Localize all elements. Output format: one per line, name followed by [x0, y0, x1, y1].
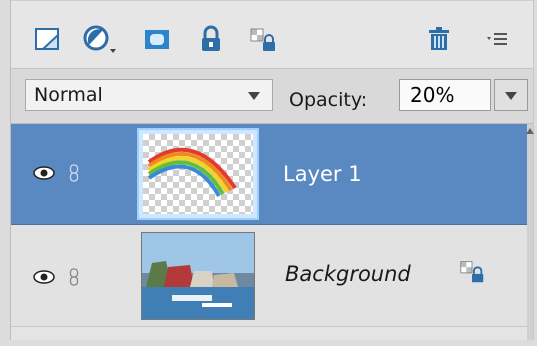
- adjustment-layer-icon[interactable]: [81, 23, 121, 55]
- opacity-input[interactable]: 20%: [399, 79, 491, 111]
- new-layer-icon[interactable]: [31, 23, 63, 55]
- visibility-eye-icon[interactable]: [33, 166, 55, 180]
- opacity-label: Opacity:: [289, 89, 368, 111]
- visibility-eye-icon[interactable]: [33, 270, 55, 284]
- blend-mode-value: Normal: [34, 84, 103, 106]
- opacity-dropdown-button[interactable]: [494, 79, 528, 111]
- layer-thumbnail[interactable]: [141, 232, 255, 320]
- rainbow-image: [147, 147, 237, 197]
- lock-all-icon[interactable]: [195, 23, 227, 55]
- blend-row: Normal Opacity: 20%: [11, 68, 533, 124]
- layer-row-background[interactable]: Background: [11, 226, 527, 327]
- blend-mode-select[interactable]: Normal: [25, 79, 273, 111]
- harbor-photo: [142, 233, 254, 319]
- chevron-down-icon: [505, 92, 517, 100]
- lock-transparent-icon[interactable]: [247, 23, 279, 55]
- layer-thumbnail[interactable]: [137, 128, 259, 220]
- layers-toolbar: [11, 0, 533, 69]
- layers-scrollbar[interactable]: [527, 124, 533, 340]
- link-icon[interactable]: [69, 164, 79, 182]
- layer-row-layer-1[interactable]: Layer 1: [11, 124, 527, 225]
- layer-name[interactable]: Layer 1: [283, 162, 362, 186]
- chevron-down-icon: [248, 92, 260, 100]
- panel-menu-icon[interactable]: [485, 23, 511, 55]
- scroll-up-arrow-icon[interactable]: [526, 128, 534, 134]
- layer-mask-icon[interactable]: [141, 23, 173, 55]
- lock-transparent-icon: [460, 261, 484, 283]
- trash-icon[interactable]: [423, 23, 455, 55]
- layers-panel: Normal Opacity: 20% Layer 1 Background: [10, 0, 534, 340]
- link-icon[interactable]: [69, 268, 79, 286]
- layer-name[interactable]: Background: [285, 262, 411, 286]
- opacity-value: 20%: [410, 83, 455, 107]
